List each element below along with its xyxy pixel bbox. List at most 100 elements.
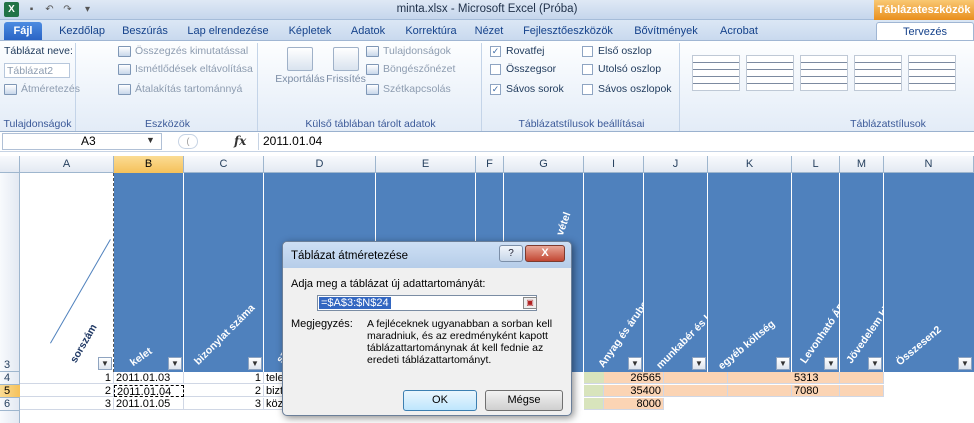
header-cell-b[interactable]: kelet ▼ (114, 173, 184, 372)
tab-addins[interactable]: Bővítmények (626, 22, 706, 40)
tab-file[interactable]: Fájl (4, 22, 42, 40)
tab-page-layout[interactable]: Lap elrendezése (180, 22, 276, 40)
header-cell-a[interactable]: sorszám ▼ (20, 173, 114, 372)
cell-l5[interactable]: 7080 (792, 385, 840, 397)
name-box-dropdown-icon[interactable]: ▼ (146, 135, 155, 145)
cell-l4[interactable]: 5313 (792, 372, 840, 384)
column-header-f[interactable]: F (476, 156, 504, 173)
column-header-l[interactable]: L (792, 156, 840, 173)
filter-dropdown-icon[interactable]: ▼ (868, 357, 882, 370)
tab-review[interactable]: Korrektúra (400, 22, 462, 40)
banded-columns-checkbox[interactable]: Sávos oszlopok (582, 83, 672, 95)
dialog-title-bar[interactable]: Táblázat átméretezése ? X (283, 242, 571, 268)
cell-c4[interactable]: 1 (184, 372, 264, 384)
export-button[interactable]: Exportálás (274, 47, 326, 85)
first-column-checkbox[interactable]: Első oszlop (582, 45, 652, 57)
filter-dropdown-icon[interactable]: ▼ (168, 357, 182, 370)
collapse-dialog-icon[interactable]: ▣ (523, 297, 537, 309)
cell-i4[interactable]: 26565 (604, 372, 664, 384)
column-header-c[interactable]: C (184, 156, 264, 173)
header-cell-l[interactable]: Levonható ÁFA ▼ (792, 173, 852, 372)
cell-m5[interactable] (840, 385, 884, 397)
filter-dropdown-icon[interactable]: ▼ (824, 357, 838, 370)
range-input[interactable]: =$A$3:$N$24 ▣ (317, 295, 537, 311)
help-icon[interactable]: ? (499, 245, 523, 262)
filter-dropdown-icon[interactable]: ▼ (248, 357, 262, 370)
tab-design[interactable]: Tervezés (876, 22, 974, 40)
column-header-a[interactable]: A (20, 156, 114, 173)
tab-acrobat[interactable]: Acrobat (712, 22, 766, 40)
cell-a4[interactable]: 1 (20, 372, 114, 384)
column-header-b[interactable]: B (114, 156, 184, 173)
remove-duplicates-button[interactable]: Ismétlődések eltávolítása (118, 63, 253, 75)
filter-dropdown-icon[interactable]: ▼ (628, 357, 642, 370)
ok-button[interactable]: OK (403, 390, 477, 411)
insert-function-icon[interactable]: fx (234, 134, 246, 148)
table-style-swatch[interactable] (908, 55, 956, 91)
cell-c6[interactable]: 3 (184, 398, 264, 410)
last-column-checkbox[interactable]: Utolsó oszlop (582, 63, 661, 75)
cell-c5[interactable]: 2 (184, 385, 264, 397)
header-cell-n[interactable]: Összesen2 ▼ (884, 173, 974, 372)
table-style-swatch[interactable] (800, 55, 848, 91)
row-header-4[interactable]: 4 (0, 372, 20, 385)
tab-data[interactable]: Adatok (344, 22, 392, 40)
column-header-d[interactable]: D (264, 156, 376, 173)
cell-b4[interactable]: 2011.01.03 (114, 372, 184, 384)
table-style-swatch[interactable] (692, 55, 740, 91)
cell-a5[interactable]: 2 (20, 385, 114, 397)
header-cell-i[interactable]: Anyag és árubeszerzés ▼ (584, 173, 672, 372)
header-row-checkbox[interactable]: ✓ Rovatfej (490, 45, 545, 57)
header-cell-j[interactable]: munkabér és közteher ▼ (644, 173, 741, 372)
convert-to-range-button[interactable]: Átalakítás tartománnyá (118, 83, 242, 95)
column-header-j[interactable]: J (644, 156, 708, 173)
column-header-e[interactable]: E (376, 156, 476, 173)
close-icon[interactable]: X (525, 245, 565, 262)
tab-view[interactable]: Nézet (468, 22, 510, 40)
cell-b6[interactable]: 2011.01.05 (114, 398, 184, 410)
cell-j4[interactable] (664, 372, 728, 384)
table-style-swatch[interactable] (746, 55, 794, 91)
column-header-g[interactable]: G (504, 156, 584, 173)
filter-dropdown-icon[interactable]: ▼ (776, 357, 790, 370)
tab-insert[interactable]: Beszúrás (116, 22, 174, 40)
banded-rows-checkbox[interactable]: ✓ Sávos sorok (490, 83, 564, 95)
tab-developer[interactable]: Fejlesztőeszközök (516, 22, 620, 40)
cell-j5[interactable] (664, 385, 728, 397)
total-row-checkbox[interactable]: Összegsor (490, 63, 556, 75)
header-cell-k[interactable]: egyéb költség ▼ (708, 173, 792, 372)
pivot-summary-button[interactable]: Összegzés kimutatással (118, 45, 248, 57)
cell-a6[interactable]: 3 (20, 398, 114, 410)
name-box[interactable]: A3 (2, 133, 162, 150)
resize-table-button[interactable]: Átméretezés (4, 83, 80, 95)
filter-dropdown-icon[interactable]: ▼ (958, 357, 972, 370)
column-header-k[interactable]: K (708, 156, 792, 173)
cell-g6[interactable] (584, 398, 604, 410)
formula-input[interactable]: 2011.01.04 (258, 133, 974, 150)
column-header-n[interactable]: N (884, 156, 974, 173)
tab-home[interactable]: Kezdőlap (52, 22, 112, 40)
browser-view-button[interactable]: Böngészőnézet (366, 63, 455, 75)
row-header-3[interactable]: 3 (0, 173, 20, 372)
column-header-i[interactable]: I (584, 156, 644, 173)
refresh-button[interactable]: Frissítés (322, 47, 370, 85)
cell-i6[interactable]: 8000 (604, 398, 664, 410)
cell-b5-active[interactable]: 2011.01.04 (114, 385, 184, 397)
header-cell-m[interactable]: Jövedelem kivét ▼ (840, 173, 900, 372)
tab-formulas[interactable]: Képletek (282, 22, 338, 40)
select-all-corner[interactable] (0, 156, 20, 173)
formula-cancel-icon[interactable]: ( (178, 134, 198, 149)
cell-m4[interactable] (840, 372, 884, 384)
cell-g5[interactable] (584, 385, 604, 397)
external-properties-button[interactable]: Tulajdonságok (366, 45, 451, 57)
cell-i5[interactable]: 35400 (604, 385, 664, 397)
column-header-m[interactable]: M (840, 156, 884, 173)
row-header-5[interactable]: 5 (0, 385, 20, 398)
unlink-button[interactable]: Szétkapcsolás (366, 83, 451, 95)
cell-k5[interactable] (728, 385, 792, 397)
cancel-button[interactable]: Mégse (485, 390, 563, 411)
header-cell-c[interactable]: bizonylat száma ▼ (184, 173, 264, 372)
table-name-input[interactable]: Táblázat2 (4, 63, 70, 78)
table-style-swatch[interactable] (854, 55, 902, 91)
filter-dropdown-icon[interactable]: ▼ (98, 357, 112, 370)
